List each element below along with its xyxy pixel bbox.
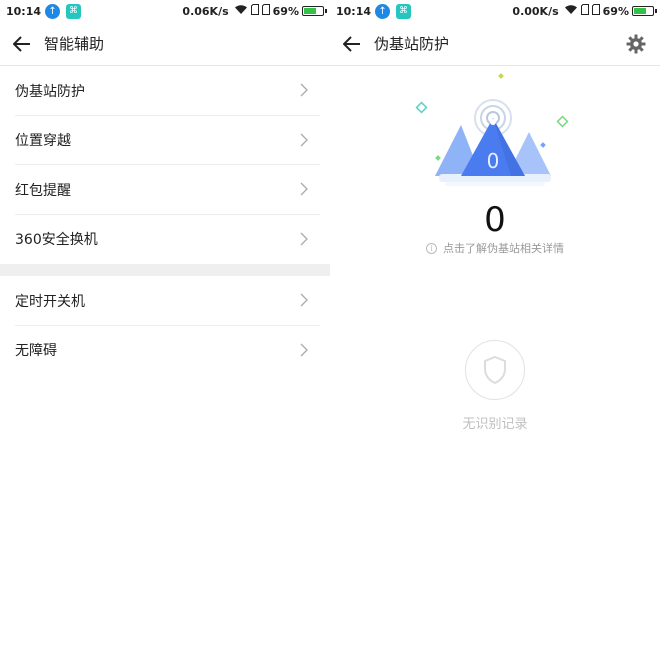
list-item-label: 红包提醒 [15, 182, 71, 199]
list-item-location[interactable]: 位置穿越 [0, 116, 330, 165]
list-item-phone-migration[interactable]: 360安全换机 [0, 215, 330, 265]
detected-count: 0 [484, 200, 506, 240]
list-item-label: 位置穿越 [15, 133, 71, 150]
back-arrow-icon [343, 35, 360, 52]
sim-icon [250, 4, 259, 18]
app-notification-icon: ⌘ [66, 3, 82, 19]
diamond-icon [415, 101, 428, 114]
fake-base-station-screen: 10:14 ↑ ⌘ 0.00K/s 69% 伪基站防护 0 0 i 点击了解伪基… [330, 0, 660, 660]
section-divider [0, 264, 330, 276]
upload-notification-icon: ↑ [45, 3, 61, 19]
list-item-red-packet[interactable]: 红包提醒 [0, 165, 330, 215]
diamond-icon [435, 155, 441, 161]
battery-percent: 69% [602, 4, 629, 18]
chevron-right-icon [300, 133, 308, 146]
diamond-icon [498, 73, 504, 79]
network-speed: 0.00K/s [512, 4, 559, 18]
toolbar: 智能辅助 [0, 22, 330, 66]
gear-icon [626, 34, 646, 54]
chevron-right-icon [300, 182, 308, 196]
page-title: 智能辅助 [44, 35, 105, 53]
diamond-icon [540, 142, 546, 148]
learn-more-link[interactable]: i 点击了解伪基站相关详情 [330, 240, 660, 256]
chevron-right-icon [300, 343, 308, 356]
list-item-scheduled-power[interactable]: 定时开关机 [0, 276, 330, 326]
smart-assist-screen: 10:14 ↑ ⌘ 0.06K/s 69% 智能辅助 伪基站防护 位置穿越 红包… [0, 0, 330, 660]
empty-state-text: 无识别记录 [462, 417, 528, 432]
battery-icon [302, 6, 327, 16]
settings-button[interactable] [624, 32, 648, 56]
battery-icon [632, 6, 657, 16]
back-button[interactable] [330, 22, 374, 66]
page-title: 伪基站防护 [374, 35, 450, 53]
wifi-icon [234, 4, 248, 18]
list-item-label: 伪基站防护 [15, 83, 85, 100]
app-notification-icon: ⌘ [396, 3, 412, 19]
diamond-icon [556, 115, 569, 128]
back-arrow-icon [13, 35, 30, 52]
info-icon: i [426, 242, 437, 254]
hint-text: 点击了解伪基站相关详情 [443, 242, 564, 255]
list-item-label: 无障碍 [15, 343, 57, 360]
sim-icon [580, 4, 589, 18]
wifi-icon [564, 4, 578, 18]
back-button[interactable] [0, 22, 44, 66]
battery-percent: 69% [272, 4, 299, 18]
list-item-fake-base-station[interactable]: 伪基站防护 [0, 66, 330, 116]
empty-state-icon [465, 340, 525, 400]
status-bar: 10:14 ↑ ⌘ 0.06K/s 69% [0, 0, 330, 22]
base-station-illustration: 0 [415, 73, 569, 186]
toolbar: 伪基站防护 [330, 22, 660, 66]
shield-icon [484, 355, 506, 385]
chevron-right-icon [300, 232, 308, 245]
sim-icon-2 [591, 4, 600, 18]
status-bar: 10:14 ↑ ⌘ 0.00K/s 69% [330, 0, 660, 22]
feature-list: 伪基站防护 位置穿越 红包提醒 360安全换机 定时开关机 无障碍 [0, 66, 330, 375]
status-time: 10:14 [336, 4, 372, 18]
sim-icon-2 [261, 4, 270, 18]
upload-notification-icon: ↑ [375, 3, 391, 19]
network-speed: 0.06K/s [182, 4, 229, 18]
chevron-right-icon [300, 293, 308, 307]
status-time: 10:14 [6, 4, 42, 18]
badge-count: 0 [487, 149, 500, 173]
list-item-label: 360安全换机 [15, 232, 98, 249]
chevron-right-icon [300, 83, 308, 97]
list-item-accessibility[interactable]: 无障碍 [0, 326, 330, 376]
list-item-label: 定时开关机 [15, 293, 85, 310]
